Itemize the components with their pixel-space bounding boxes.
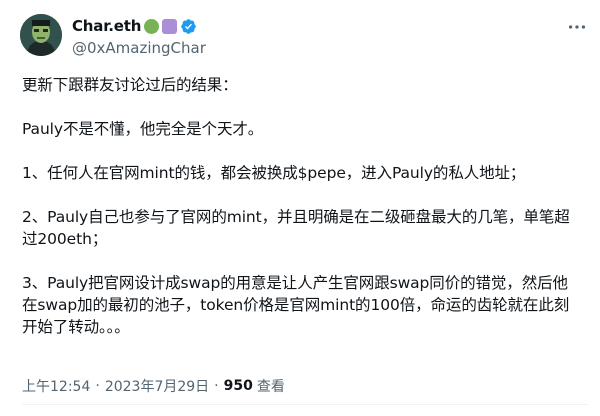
tweet-header: Char.eth @0xAmazingChar: [20, 14, 588, 62]
green-circle-emoji-icon: [144, 18, 160, 34]
tweet-paragraph: 1、任何人在官网mint的钱，都会被换成$pepe，进入Pauly的私人地址；: [22, 164, 526, 182]
views-count[interactable]: 950: [224, 378, 253, 394]
views-label[interactable]: 查看: [257, 376, 285, 396]
divider: [22, 404, 588, 405]
meta-separator: ·: [214, 378, 219, 394]
tweet-meta: 上午12:54 · 2023年7月29日 · 950 查看: [22, 376, 285, 396]
zombie-avatar-icon: [20, 14, 62, 56]
purple-square-emoji-icon: [162, 18, 178, 34]
meta-separator: ·: [95, 378, 100, 394]
tweet-time[interactable]: 上午12:54: [22, 376, 90, 396]
tweet-paragraph: 更新下跟群友讨论过后的结果：: [22, 76, 238, 94]
tweet-paragraph: 2、Pauly自己也参与了官网的mint，并且明确是在二级砸盘最大的几笔，单笔超…: [22, 208, 570, 248]
avatar[interactable]: [20, 14, 62, 56]
tweet-text: 更新下跟群友讨论过后的结果： Pauly不是不懂，他完全是个天才。 1、任何人在…: [22, 74, 582, 338]
more-options-icon[interactable]: [566, 16, 588, 38]
user-handle[interactable]: @0xAmazingChar: [72, 39, 206, 57]
verified-badge-icon: [181, 18, 196, 34]
tweet-paragraph: Pauly不是不懂，他完全是个天才。: [22, 120, 264, 138]
tweet-date[interactable]: 2023年7月29日: [105, 376, 209, 396]
display-name[interactable]: Char.eth: [72, 17, 141, 35]
tweet-paragraph: 3、Pauly把官网设计成swap的用意是让人产生官网跟swap同价的错觉，然后…: [22, 274, 570, 336]
